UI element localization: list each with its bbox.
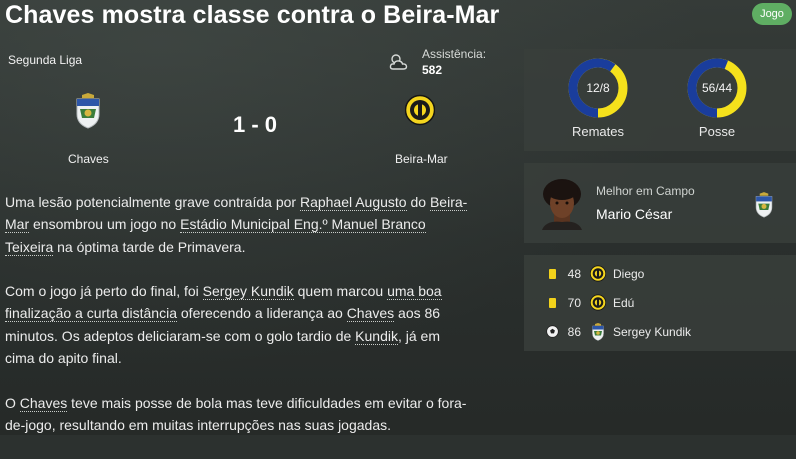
yellow-card-icon [549, 269, 556, 279]
event-minute: 86 [567, 325, 581, 339]
event-row[interactable]: 48 Diego [545, 265, 785, 283]
motm-label: Melhor em Campo [596, 184, 695, 198]
report-text: quem marcou [293, 283, 388, 300]
report-text: na óptima tarde de Primavera. [53, 238, 246, 255]
motm-player-name[interactable]: Mario César [596, 206, 672, 222]
team-link[interactable]: Chaves [19, 394, 68, 412]
attendance-label: Assistência: [422, 47, 487, 61]
event-player: Diego [613, 267, 645, 281]
player-link[interactable]: Raphael Augusto [299, 194, 407, 211]
cloudy-icon [389, 54, 408, 70]
report-text: O [5, 394, 20, 411]
report-text: do [406, 194, 430, 210]
chaves-crest-icon [592, 323, 604, 341]
event-minute: 48 [567, 267, 581, 281]
beira-mar-crest-icon [590, 265, 606, 282]
event-player: Edú [613, 296, 635, 310]
away-team-name[interactable]: Beira-Mar [395, 152, 448, 166]
chaves-crest-icon[interactable] [74, 93, 102, 129]
chaves-crest-icon [755, 192, 773, 218]
beira-mar-crest-icon [590, 294, 606, 311]
competition-link[interactable]: Segunda Liga [8, 53, 82, 67]
event-row[interactable]: 70 Edú [545, 294, 785, 312]
beira-mar-crest-icon[interactable] [405, 94, 435, 126]
shots-value: 12/8 [586, 81, 610, 95]
event-row[interactable]: 86 Sergey Kundik [545, 323, 785, 341]
report-text: oferecendo a liderança ao [177, 305, 347, 322]
report-text: Com o jogo já perto do final, foi [5, 283, 203, 300]
match-report: Uma lesão potencialmente grave contraída… [5, 191, 473, 459]
report-paragraph: O Chaves teve mais posse de bola mas tev… [5, 392, 473, 437]
report-paragraph: Uma lesão potencialmente grave contraída… [5, 191, 473, 258]
attendance-value: 582 [422, 63, 443, 77]
team-link[interactable]: Chaves [346, 305, 395, 323]
report-paragraph: Com o jogo já perto do final, foi Sergey… [5, 280, 473, 369]
page-title: Chaves mostra classe contra o Beira-Mar [5, 1, 500, 29]
home-team-name[interactable]: Chaves [68, 152, 109, 166]
player-portrait-avatar [542, 179, 582, 230]
report-text: teve mais posse de bola mas teve dificul… [5, 394, 467, 433]
possession-value: 56/44 [701, 81, 733, 95]
report-text: Uma lesão potencialmente grave contraída… [5, 194, 300, 210]
yellow-card-icon [549, 298, 556, 308]
event-minute: 70 [567, 296, 581, 310]
football-goal-icon [546, 325, 559, 338]
report-text: ensombrou um jogo no [29, 216, 181, 233]
match-type-badge[interactable]: Jogo [752, 3, 792, 25]
player-link[interactable]: Sergey Kundik [202, 283, 294, 301]
possession-label: Posse [698, 124, 736, 139]
match-score: 1 - 0 [233, 112, 278, 137]
player-link[interactable]: Kundik [355, 327, 398, 345]
event-player: Sergey Kundik [613, 325, 692, 339]
shots-label: Remates [571, 124, 625, 139]
